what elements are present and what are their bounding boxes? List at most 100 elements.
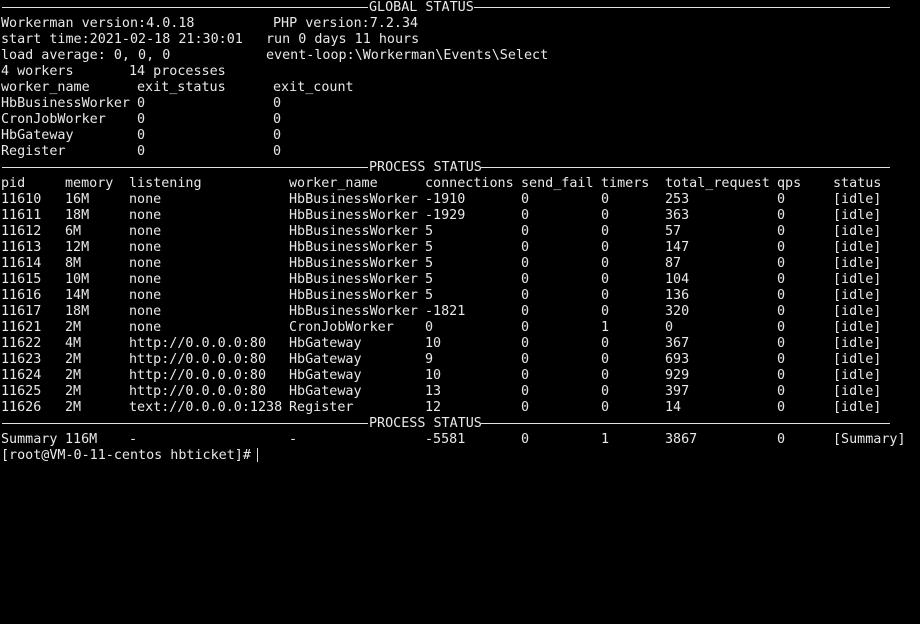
info-line-version: Workerman version:4.0.18 PHP version:7.2… [0, 16, 920, 32]
process-memory: 18M [65, 208, 90, 223]
process-status: [idle] [833, 400, 882, 415]
process-send-fail: 0 [521, 272, 530, 287]
rule-dash [2, 423, 368, 424]
process-qps: 0 [777, 368, 786, 383]
process-listening: none [129, 192, 162, 207]
worker-exit-status: 0 [137, 144, 146, 159]
worker-row: HbGateway 0 0 [0, 128, 920, 144]
process-memory: 16M [65, 192, 90, 207]
summary-timers: 1 [601, 432, 610, 447]
process-listening: http://0.0.0.0:80 [129, 384, 267, 399]
global-status-title: GLOBAL STATUS [369, 0, 474, 15]
worker-header-exit-count: exit_count [273, 80, 354, 95]
process-total-request: 14 [665, 400, 682, 415]
process-pid: 11617 [1, 304, 42, 319]
terminal-window[interactable]: GLOBAL STATUS Workerman version:4.0.18 P… [0, 0, 920, 486]
run-time: run 0 days 11 hours [266, 32, 420, 47]
process-row: 11622 4M http://0.0.0.0:80 HbGateway 10 0 0 367… [0, 336, 920, 352]
process-memory: 2M [65, 352, 82, 367]
process-header-worker-name: worker_name [289, 176, 378, 191]
process-send-fail: 0 [521, 240, 530, 255]
process-listening: none [129, 272, 162, 287]
process-status-title: PROCESS STATUS [369, 160, 482, 175]
process-row: 11623 2M http://0.0.0.0:80 HbGateway 9 0 0 693 0… [0, 352, 920, 368]
process-qps: 0 [777, 384, 786, 399]
process-row: 11611 18M none HbBusinessWorker -1929 0 0 363 0 [… [0, 208, 920, 224]
process-connections: 5 [425, 224, 434, 239]
process-send-fail: 0 [521, 352, 530, 367]
worker-table-header: worker_name exit_status exit_count [0, 80, 920, 96]
process-status: [idle] [833, 320, 882, 335]
process-timers: 0 [601, 400, 610, 415]
process-timers: 1 [601, 320, 610, 335]
summary-worker-name: - [289, 432, 298, 447]
event-loop: event-loop:\Workerman\Events\Select [266, 48, 549, 63]
process-send-fail: 0 [521, 368, 530, 383]
process-total-request: 104 [665, 272, 690, 287]
process-memory: 6M [65, 224, 82, 239]
worker-header-name: worker_name [1, 80, 90, 95]
process-listening: http://0.0.0.0:80 [129, 336, 267, 351]
process-header-total-request: total_request [665, 176, 770, 191]
process-connections: 12 [425, 400, 442, 415]
process-timers: 0 [601, 240, 610, 255]
process-row: 11621 2M none CronJobWorker 0 0 1 0 0 [idle] [0, 320, 920, 336]
process-worker-name: CronJobWorker [289, 320, 394, 335]
process-worker-name: HbBusinessWorker [289, 256, 418, 271]
process-connections: 5 [425, 240, 434, 255]
process-send-fail: 0 [521, 224, 530, 239]
process-qps: 0 [777, 224, 786, 239]
process-total-request: 363 [665, 208, 690, 223]
worker-exit-status: 0 [137, 112, 146, 127]
process-connections: -1821 [425, 304, 466, 319]
process-header-memory: memory [65, 176, 114, 191]
process-status-rule: PROCESS STATUS [0, 160, 920, 176]
process-listening: none [129, 304, 162, 319]
process-qps: 0 [777, 208, 786, 223]
process-timers: 0 [601, 384, 610, 399]
rule-dash [2, 7, 368, 8]
worker-row: CronJobWorker 0 0 [0, 112, 920, 128]
process-pid: 11625 [1, 384, 42, 399]
php-version: PHP version:7.2.34 [273, 16, 419, 31]
process-header-qps: qps [777, 176, 802, 191]
process-row: 11610 16M none HbBusinessWorker -1910 0 0 253 0 [… [0, 192, 920, 208]
process-total-request: 136 [665, 288, 690, 303]
workers-count: 4 workers [1, 64, 74, 79]
process-qps: 0 [777, 288, 786, 303]
process-pid: 11616 [1, 288, 42, 303]
process-row: 11617 18M none HbBusinessWorker -1821 0 0 320 0 [… [0, 304, 920, 320]
process-send-fail: 0 [521, 400, 530, 415]
process-status: [idle] [833, 304, 882, 319]
process-header-listening: listening [129, 176, 202, 191]
process-memory: 18M [65, 304, 90, 319]
process-connections: 9 [425, 352, 434, 367]
process-status: [idle] [833, 288, 882, 303]
process-send-fail: 0 [521, 288, 530, 303]
info-line-load: load average: 0, 0, 0 event-loop:\Worker… [0, 48, 920, 64]
process-pid: 11623 [1, 352, 42, 367]
shell-prompt: [root@VM-0-11-centos hbticket]# [1, 448, 259, 463]
worker-exit-count: 0 [273, 112, 282, 127]
process-qps: 0 [777, 320, 786, 335]
summary-status: [Summary] [833, 432, 906, 447]
process-connections: 5 [425, 272, 434, 287]
process-row: 11615 10M none HbBusinessWorker 5 0 0 104 0 [idle… [0, 272, 920, 288]
summary-label: Summary [1, 432, 58, 447]
process-memory: 4M [65, 336, 82, 351]
process-timers: 0 [601, 304, 610, 319]
process-status: [idle] [833, 272, 882, 287]
process-memory: 8M [65, 256, 82, 271]
process-status-rule-bottom: PROCESS STATUS [0, 416, 920, 432]
process-qps: 0 [777, 304, 786, 319]
rule-dash [481, 423, 890, 424]
process-send-fail: 0 [521, 320, 530, 335]
start-time: start time:2021-02-18 21:30:01 [1, 32, 243, 47]
process-send-fail: 0 [521, 192, 530, 207]
worker-name: CronJobWorker [1, 112, 106, 127]
shell-prompt-line[interactable]: [root@VM-0-11-centos hbticket]# [0, 448, 920, 464]
process-pid: 11613 [1, 240, 42, 255]
process-qps: 0 [777, 240, 786, 255]
process-total-request: 320 [665, 304, 690, 319]
process-send-fail: 0 [521, 384, 530, 399]
